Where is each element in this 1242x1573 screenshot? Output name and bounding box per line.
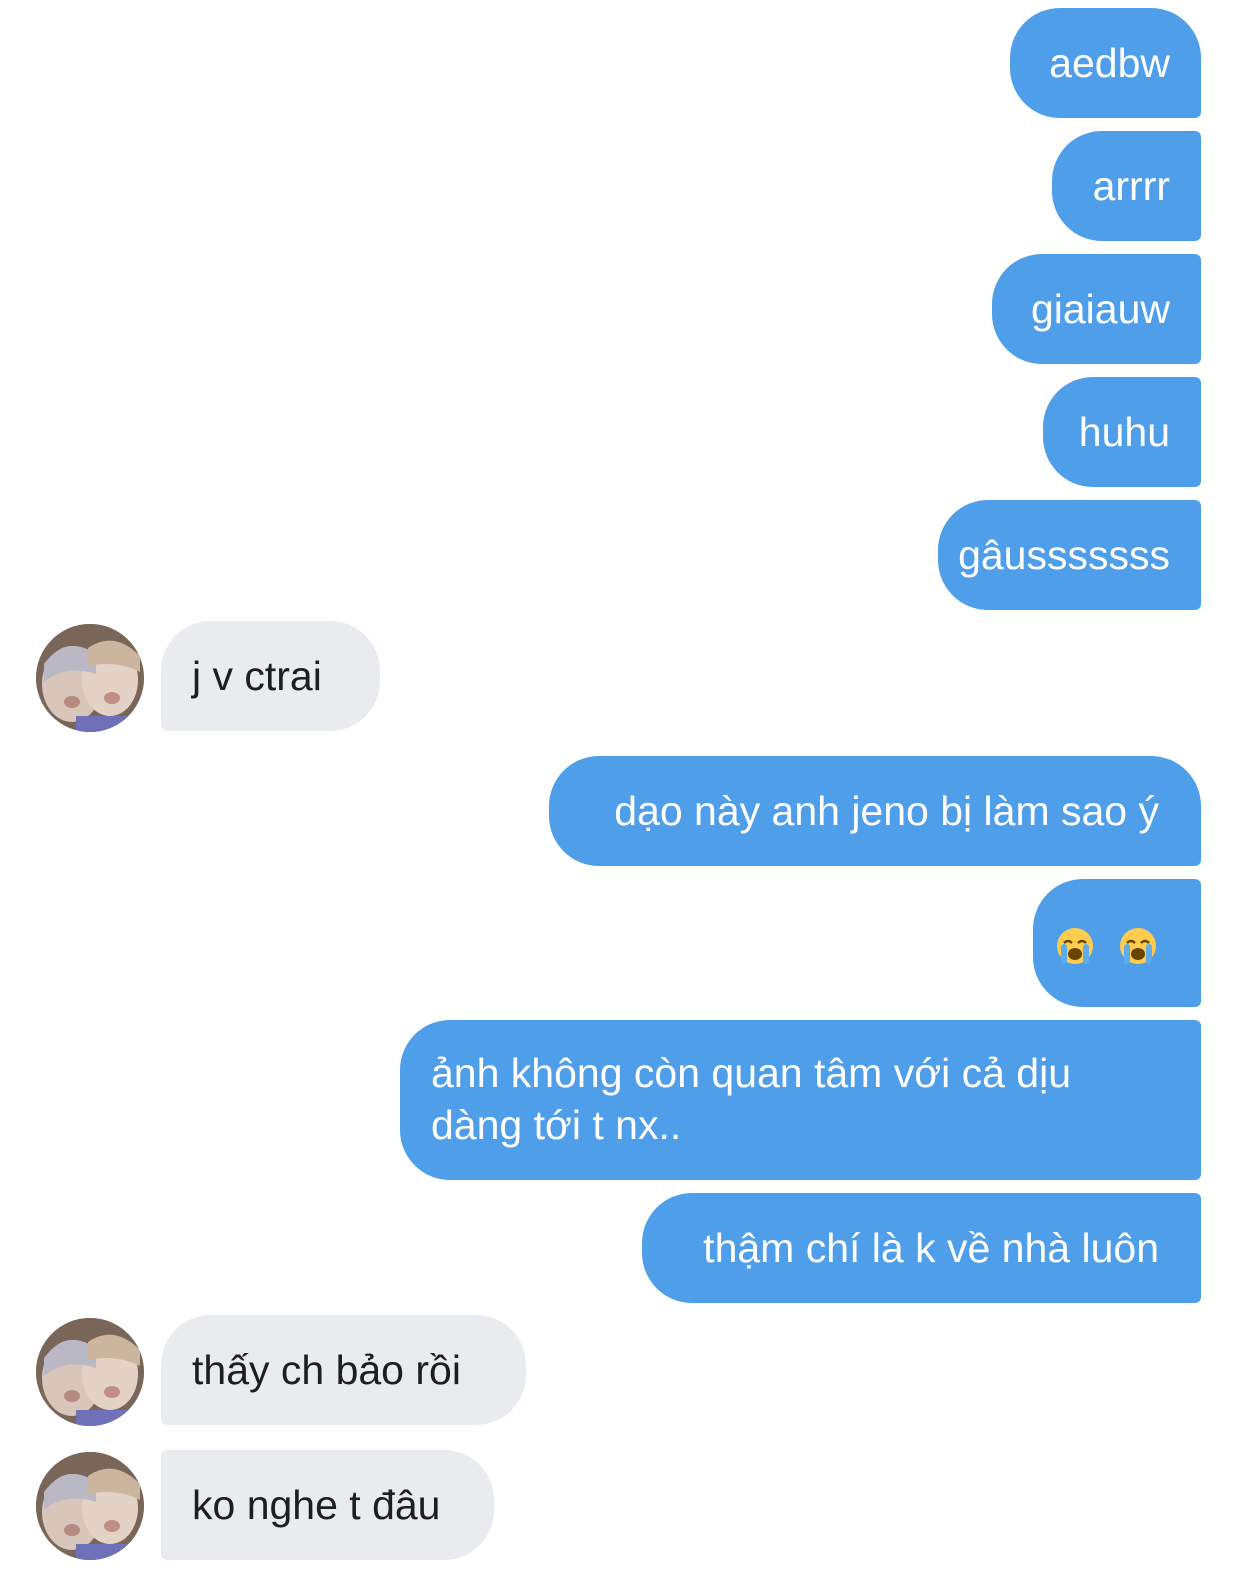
message-text: ko nghe t đâu xyxy=(192,1482,441,1528)
outgoing-message[interactable]: gâusssssss xyxy=(938,500,1201,610)
contact-avatar[interactable] xyxy=(36,624,144,732)
incoming-message[interactable]: j v ctrai xyxy=(161,621,380,731)
outgoing-message[interactable]: arrrr xyxy=(1052,131,1201,241)
contact-avatar[interactable] xyxy=(36,1452,144,1560)
outgoing-message[interactable] xyxy=(1033,879,1201,1007)
message-text-line: dàng tới t nx.. xyxy=(431,1102,682,1148)
avatar-photo xyxy=(36,624,144,732)
avatar-photo xyxy=(36,1452,144,1560)
message-text: aedbw xyxy=(1049,40,1170,86)
loudly-crying-face-icon xyxy=(1120,928,1156,965)
message-text: huhu xyxy=(1078,409,1170,455)
outgoing-message[interactable]: huhu xyxy=(1043,377,1201,487)
outgoing-message[interactable]: aedbw xyxy=(1010,8,1201,118)
emoji-group xyxy=(1049,917,1164,969)
message-text: arrrr xyxy=(1092,163,1170,209)
contact-avatar[interactable] xyxy=(36,1318,144,1426)
message-text: j v ctrai xyxy=(192,653,322,699)
outgoing-message[interactable]: giaiauw xyxy=(992,254,1201,364)
outgoing-message[interactable]: ảnh không còn quan tâm với cả dịu dàng t… xyxy=(400,1020,1201,1180)
message-text: gâusssssss xyxy=(958,532,1170,578)
avatar-photo xyxy=(36,1318,144,1426)
message-text: thấy ch bảo rồi xyxy=(192,1347,461,1393)
message-text-line: ảnh không còn quan tâm với cả dịu xyxy=(431,1050,1072,1096)
loudly-crying-face-icon xyxy=(1056,928,1093,965)
message-text: giaiauw xyxy=(1030,286,1170,332)
outgoing-message[interactable]: dạo này anh jeno bị làm sao ý xyxy=(549,756,1201,866)
incoming-message[interactable]: ko nghe t đâu xyxy=(161,1450,494,1560)
message-text: thậm chí là k về nhà luôn xyxy=(703,1225,1159,1271)
incoming-message[interactable]: thấy ch bảo rồi xyxy=(161,1315,526,1425)
outgoing-message[interactable]: thậm chí là k về nhà luôn xyxy=(642,1193,1201,1303)
message-text: dạo này anh jeno bị làm sao ý xyxy=(614,788,1159,834)
